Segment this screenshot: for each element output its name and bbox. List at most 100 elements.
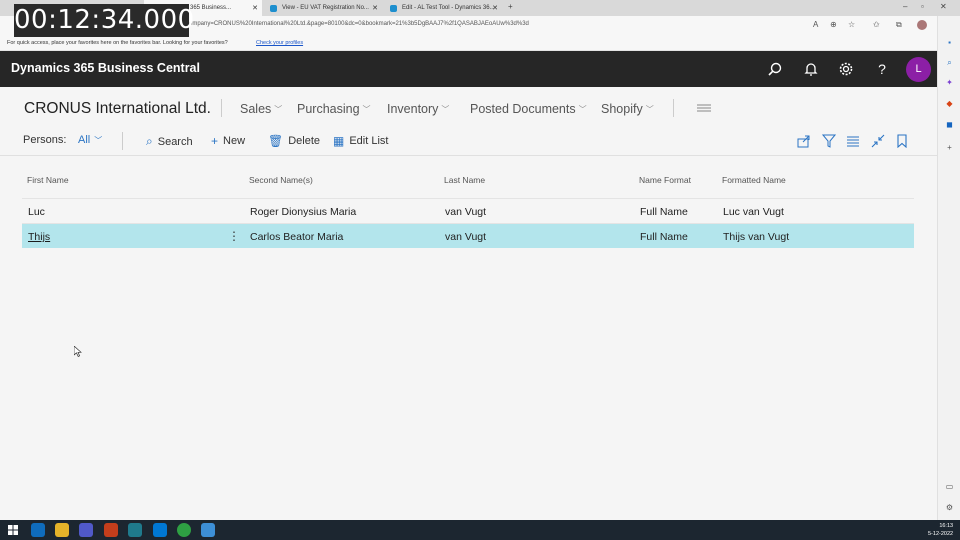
favorites-icon[interactable]: ✩ [873,20,880,29]
search-icon[interactable] [767,61,783,77]
nav-menu-inventory[interactable]: Inventory ﹀ [387,102,449,116]
column-header-name-format[interactable]: Name Format [639,175,691,185]
clock-time: 16:13 [939,523,954,529]
action-bar: Persons: All ﹀ ⌕ Search + New 🗑 Delete ▦… [0,128,937,156]
nav-menu-label: Purchasing [297,102,360,116]
edit-list-button[interactable]: ▦ Edit List [333,134,388,148]
app-icon[interactable] [201,523,215,537]
filter-label: Persons: [23,134,67,146]
office-icon[interactable]: ◆ [945,99,954,108]
minimize-icon[interactable]: – [903,2,907,11]
nav-menu-label: Shopify [601,102,643,116]
collapse-icon[interactable] [871,134,885,148]
chevron-down-icon: ﹀ [645,104,654,114]
outlook-icon[interactable]: ◼ [945,120,954,129]
column-header-last-name[interactable]: Last Name [444,175,485,185]
sidebar-toggle-icon[interactable]: ▭ [945,482,954,491]
powerpoint-icon[interactable] [104,523,118,537]
recording-timer: 00:12:34.000 [14,4,195,37]
edge-sidebar: ▪ ⌕ ✦ ◆ ◼ + ▭ ⚙ [937,16,960,520]
search-button[interactable]: ⌕ Search [146,134,193,149]
cell-last-name[interactable]: van Vugt [445,206,486,218]
browser-tab-al-test[interactable]: Edit - AL Test Tool - Dynamics 36... ✕ [384,0,502,16]
hamburger-menu-icon[interactable] [697,103,711,113]
trash-icon: 🗑 [268,134,284,148]
cell-first-name[interactable]: Thijs [28,231,50,243]
new-tab-icon[interactable]: + [508,2,513,11]
system-clock[interactable]: 16:13 5-12-2022 [928,522,953,538]
help-icon[interactable]: ? [874,61,890,77]
favorites-bar: For quick access, place your favorites h… [0,36,937,51]
close-tab-icon[interactable]: ✕ [492,4,498,12]
avatar[interactable]: L [906,57,931,82]
read-aloud-icon[interactable]: A [813,20,818,29]
gear-icon[interactable] [838,61,854,77]
search-icon[interactable]: ⌕ [945,58,954,67]
nav-menu-label: Inventory [387,102,439,116]
delete-button[interactable]: 🗑 Delete [268,134,320,148]
new-button[interactable]: + New [211,134,245,148]
cell-name-format[interactable]: Full Name [640,206,688,218]
zoom-icon[interactable]: ⊕ [830,20,837,29]
bookmark-icon[interactable] [895,134,909,148]
collections-icon[interactable]: ⧉ [896,20,902,30]
chevron-down-icon: ﹀ [362,104,371,114]
app-header: Dynamics 365 Business Central ? L [0,51,937,87]
chevron-down-icon: ﹀ [274,104,283,114]
nav-menu-label: Sales [240,102,272,116]
profile-icon[interactable] [917,20,927,30]
browser-tab-vat[interactable]: View - EU VAT Registration No... ✕ [264,0,382,16]
cell-second-names[interactable]: Roger Dionysius Maria [250,206,356,218]
share-icon[interactable] [797,134,811,148]
column-header-second-names[interactable]: Second Name(s) [249,175,313,185]
cell-name-format[interactable]: Full Name [640,231,688,243]
divider [673,99,674,117]
edge-icon[interactable] [128,523,142,537]
chrome-icon[interactable] [177,523,191,537]
outlook-icon[interactable] [31,523,45,537]
nav-menu-purchasing[interactable]: Purchasing ﹀ [297,102,371,116]
nav-menu-sales[interactable]: Sales ﹀ [240,102,282,116]
company-nav-bar: CRONUS International Ltd. Sales ﹀ Purchas… [0,87,937,128]
os-taskbar: 16:13 5-12-2022 [0,520,960,540]
nav-menu-posted-documents[interactable]: Posted Documents ﹀ [470,102,587,116]
app-title[interactable]: Dynamics 365 Business Central [11,61,200,75]
cell-first-name[interactable]: Luc [28,206,45,218]
mouse-cursor-icon [74,346,82,357]
filter-icon[interactable] [822,134,836,148]
favorites-message: For quick access, place your favorites h… [7,40,228,46]
favorite-star-icon[interactable]: ☆ [848,20,855,29]
cell-last-name[interactable]: van Vugt [445,231,486,243]
check-profiles-link[interactable]: Check your profiles [256,40,303,46]
cell-second-names[interactable]: Carlos Beator Maria [250,231,343,243]
list-view-icon[interactable] [846,134,860,148]
row-actions-icon[interactable]: ⋮ [228,229,240,243]
persons-filter-label: Persons: [23,134,66,146]
nav-menu-shopify[interactable]: Shopify ﹀ [601,102,654,116]
bc-favicon-icon [270,4,277,12]
column-header-first-name[interactable]: First Name [27,175,69,185]
cell-formatted-name[interactable]: Luc van Vugt [723,206,784,218]
close-tab-icon[interactable]: ✕ [372,4,378,12]
bell-icon[interactable] [803,61,819,77]
discover-icon[interactable]: ✦ [945,78,954,87]
cell-formatted-name[interactable]: Thijs van Vugt [723,231,789,243]
teams-icon[interactable] [79,523,93,537]
column-header-formatted-name[interactable]: Formatted Name [722,175,786,185]
persons-filter-dropdown[interactable]: All ﹀ [78,134,102,146]
bookmark-icon[interactable]: ▪ [945,38,954,47]
table-row-selected[interactable]: Thijs ⋮ Carlos Beator Maria van Vugt Ful… [22,223,914,248]
close-window-icon[interactable]: ✕ [940,2,947,11]
divider [122,132,123,150]
settings-icon[interactable]: ⚙ [945,503,954,512]
search-icon: ⌕ [146,134,153,148]
add-icon[interactable]: + [945,143,954,152]
file-explorer-icon[interactable] [55,523,69,537]
windows-start-icon[interactable] [6,523,20,537]
table-row[interactable]: Luc Roger Dionysius Maria van Vugt Full … [22,198,914,223]
url-field[interactable]: company=CRONUS%20International%20Ltd.&pa… [186,21,529,27]
vscode-icon[interactable] [153,523,167,537]
company-name[interactable]: CRONUS International Ltd. [24,100,211,118]
close-tab-icon[interactable]: ✕ [252,4,258,12]
maximize-icon[interactable]: ▫ [921,2,924,11]
